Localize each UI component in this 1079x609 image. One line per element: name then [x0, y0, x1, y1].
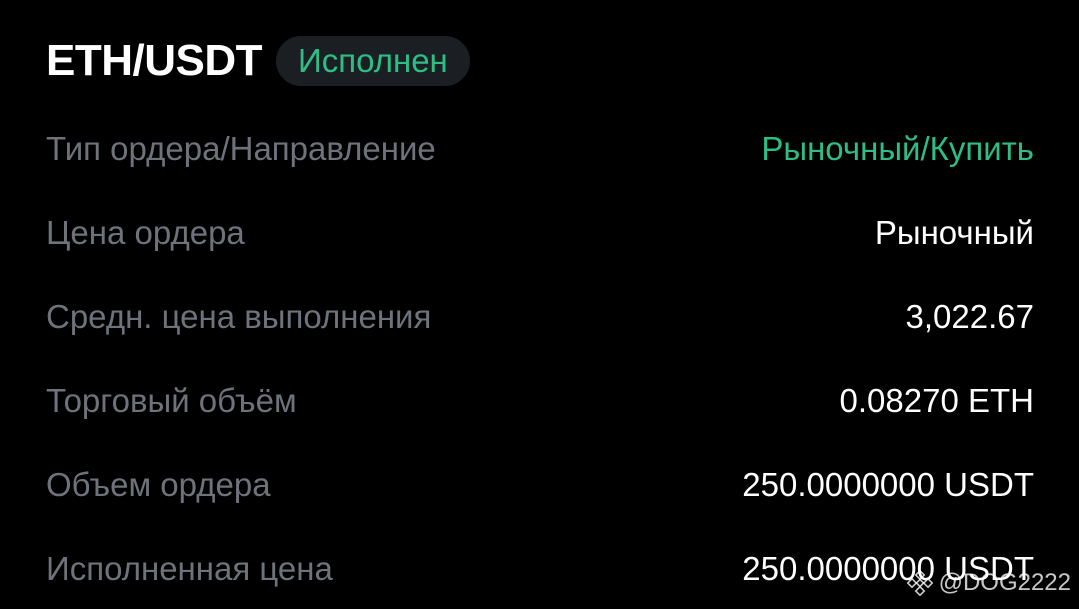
detail-value: 250.0000000 USDT: [742, 466, 1034, 503]
watermark-text: @DOG2222: [938, 569, 1071, 596]
detail-row-order-type: Тип ордера/Направление Рыночный/Купить: [46, 107, 1034, 191]
detail-value: Рыночный/Купить: [761, 130, 1034, 167]
order-details-list: Тип ордера/Направление Рыночный/Купить Ц…: [46, 107, 1034, 609]
watermark: @DOG2222: [906, 569, 1071, 597]
detail-row-filled-amount: Исполненная цена 250.0000000 USDT: [46, 527, 1034, 609]
detail-row-avg-price: Средн. цена выполнения 3,022.67: [46, 275, 1034, 359]
detail-label: Торговый объём: [46, 382, 297, 419]
detail-label: Цена ордера: [46, 214, 245, 251]
detail-label: Исполненная цена: [46, 550, 333, 587]
detail-row-order-price: Цена ордера Рыночный: [46, 191, 1034, 275]
detail-label: Тип ордера/Направление: [46, 130, 436, 167]
detail-label: Объем ордера: [46, 466, 271, 503]
order-header: ETH/USDT Исполнен: [46, 34, 470, 88]
binance-logo-icon: [906, 570, 933, 596]
detail-label: Средн. цена выполнения: [46, 298, 432, 335]
status-badge: Исполнен: [276, 36, 470, 86]
detail-value: 0.08270 ETH: [839, 382, 1034, 419]
detail-row-trade-volume: Торговый объём 0.08270 ETH: [46, 359, 1034, 443]
trading-pair-title: ETH/USDT: [46, 36, 263, 85]
detail-value: Рыночный: [874, 214, 1034, 251]
detail-value: 3,022.67: [905, 298, 1034, 335]
detail-row-order-amount: Объем ордера 250.0000000 USDT: [46, 443, 1034, 527]
